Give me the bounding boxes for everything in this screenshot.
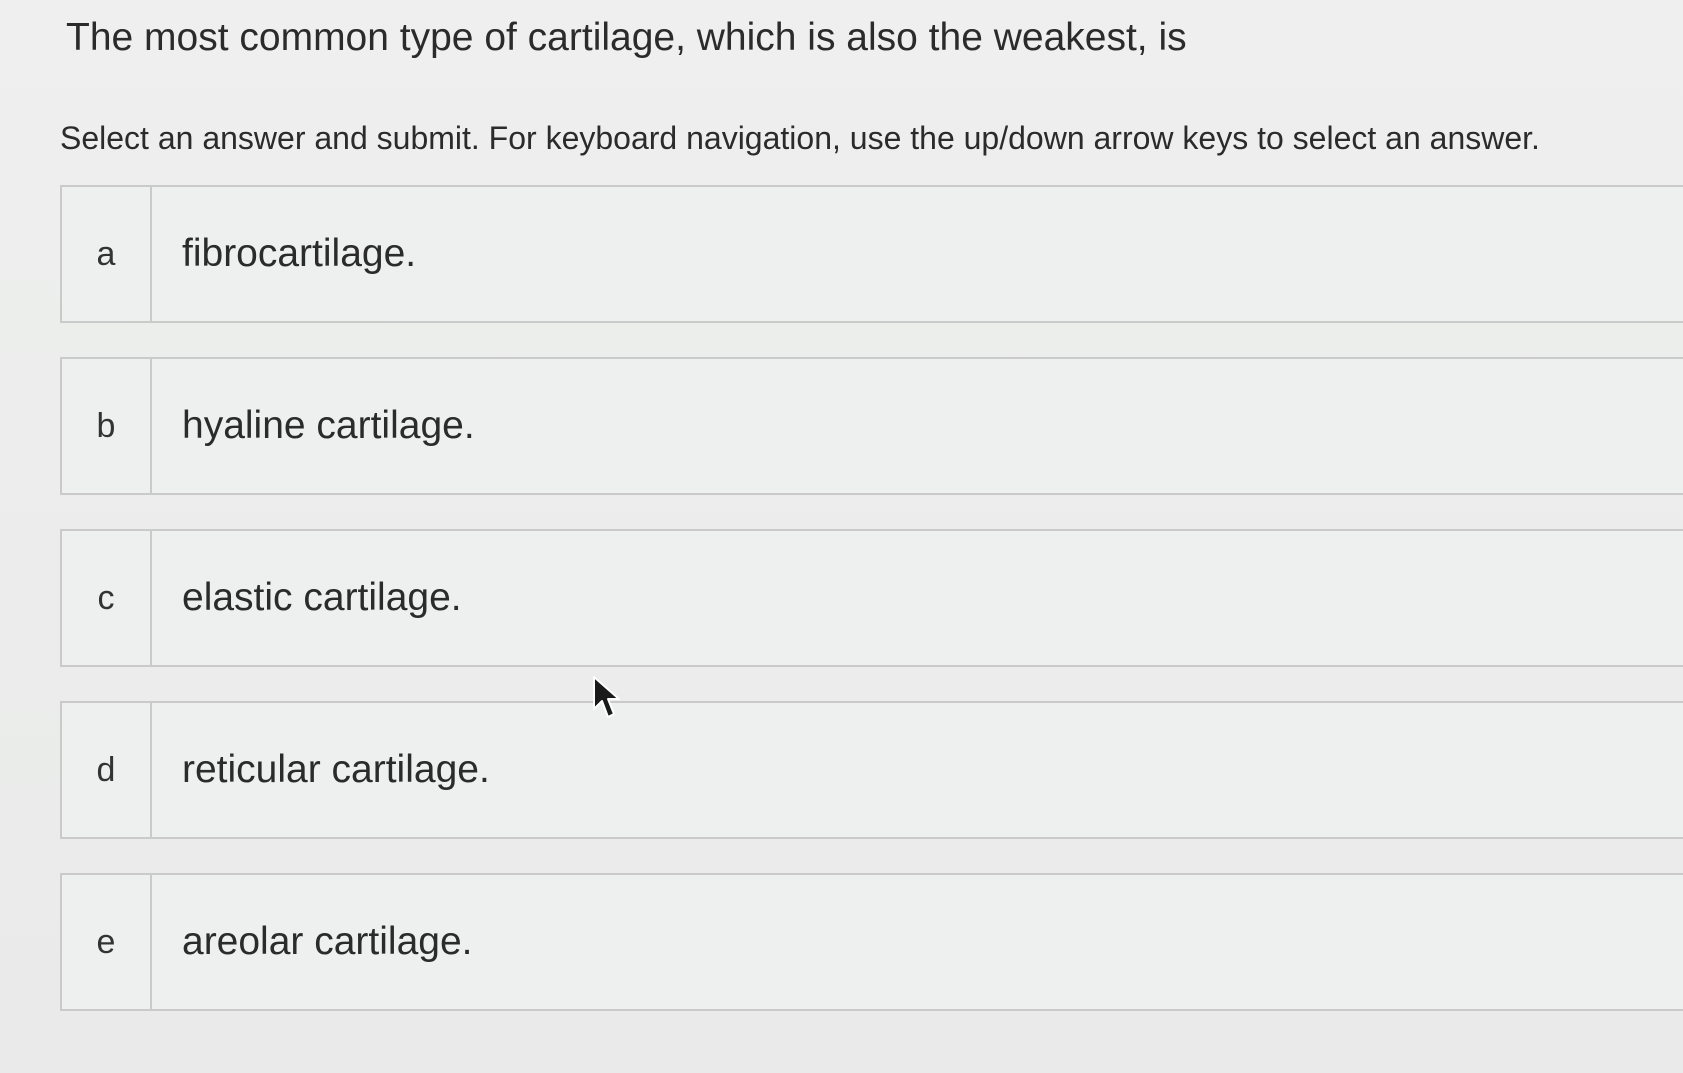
question-text: The most common type of cartilage, which… [66,16,1187,59]
option-letter: d [62,703,152,837]
answer-option-c[interactable]: c elastic cartilage. [60,529,1683,667]
answer-options: a fibrocartilage. b hyaline cartilage. c… [60,185,1683,1045]
option-letter: a [62,187,152,321]
option-text: areolar cartilage. [182,920,473,963]
option-letter: e [62,875,152,1009]
quiz-page: The most common type of cartilage, which… [0,0,1683,1073]
answer-option-d[interactable]: d reticular cartilage. [60,701,1683,839]
answer-option-e[interactable]: e areolar cartilage. [60,873,1683,1011]
answer-option-a[interactable]: a fibrocartilage. [60,185,1683,323]
instructions-text: Select an answer and submit. For keyboar… [60,120,1540,156]
mouse-pointer-icon [593,676,620,718]
answer-option-b[interactable]: b hyaline cartilage. [60,357,1683,495]
option-letter: b [62,359,152,493]
option-letter: c [62,531,152,665]
option-text: elastic cartilage. [182,576,462,619]
option-text: hyaline cartilage. [182,404,475,447]
option-text: fibrocartilage. [182,232,417,275]
option-text: reticular cartilage. [182,748,490,791]
